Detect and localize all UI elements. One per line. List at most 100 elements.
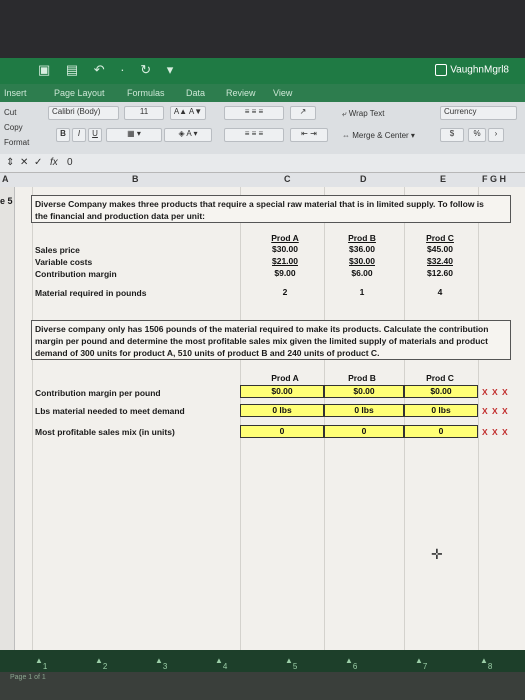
variable-costs-b[interactable]: $30.00	[339, 256, 385, 266]
sales-price-a[interactable]: $30.00	[262, 244, 308, 254]
cut-button[interactable]: Cut	[4, 108, 16, 117]
format-painter-button[interactable]: Format	[4, 138, 29, 147]
lbs-needed-a[interactable]: 0 lbs	[240, 404, 324, 417]
question-paragraph: Diverse company only has 1506 pounds of …	[35, 323, 507, 359]
formula-input[interactable]: 0	[67, 157, 73, 168]
user-account[interactable]: VaughnMgrl8	[435, 64, 509, 76]
cm-per-pound-label: Contribution margin per pound	[35, 388, 161, 398]
contribution-margin-b[interactable]: $6.00	[339, 268, 385, 278]
answer-prod-a-header: Prod A	[271, 373, 299, 383]
column-headers: A B C D E F G H	[0, 173, 525, 188]
contribution-margin-a[interactable]: $9.00	[262, 268, 308, 278]
sheet-tab-6[interactable]: ▲ 6	[345, 656, 357, 671]
row-header-5[interactable]: e 5	[0, 196, 13, 206]
answer-prod-c-header: Prod C	[426, 373, 454, 383]
prod-c-header: Prod C	[426, 233, 454, 243]
intro-paragraph: Diverse Company makes three products tha…	[35, 198, 507, 222]
variable-costs-label: Variable costs	[35, 257, 93, 267]
sheet-tab-4[interactable]: ▲ 4	[215, 656, 227, 671]
font-name-select[interactable]: Calibri (Body)	[48, 106, 119, 120]
column-header-d[interactable]: D	[360, 174, 367, 184]
answer-prod-b-header: Prod B	[348, 373, 376, 383]
bold-button[interactable]: B	[56, 128, 70, 142]
variable-costs-a[interactable]: $21.00	[262, 256, 308, 266]
question-line-2: margin per pound and determine the most …	[35, 336, 488, 346]
sales-price-b[interactable]: $36.00	[339, 244, 385, 254]
confirm-icon[interactable]: ✓	[34, 157, 42, 168]
material-required-c[interactable]: 4	[417, 287, 463, 297]
lbs-needed-label: Lbs material needed to meet demand	[35, 406, 185, 416]
borders-button[interactable]: ▦ ▾	[106, 128, 162, 142]
contribution-margin-c[interactable]: $12.60	[417, 268, 463, 278]
cm-per-pound-a[interactable]: $0.00	[240, 385, 324, 398]
question-text-box: Diverse company only has 1506 pounds of …	[31, 320, 511, 360]
font-size-select[interactable]: 11	[124, 106, 164, 120]
formula-bar: ⇕ ✕ ✓ fx 0	[0, 154, 525, 173]
gridline	[32, 187, 33, 650]
quick-access-toolbar[interactable]: ▣ ▤ ↶ · ↻ ▾	[38, 62, 179, 78]
name-box-stepper[interactable]: ⇕	[6, 157, 14, 168]
sales-mix-label: Most profitable sales mix (in units)	[35, 427, 175, 437]
sheet-tab-1[interactable]: ▲ 1	[35, 656, 47, 671]
title-bar: ▣ ▤ ↶ · ↻ ▾ VaughnMgrl8	[0, 58, 525, 84]
sheet-tab-5[interactable]: ▲ 5	[285, 656, 297, 671]
underline-button[interactable]: U	[88, 128, 102, 142]
sheet-tab-7[interactable]: ▲ 7	[415, 656, 427, 671]
tab-insert[interactable]: Insert	[4, 88, 27, 98]
sales-mix-error-flag: X X X	[482, 427, 509, 437]
ribbon-toolbar: Cut Copy Format Calibri (Body) 11 A▲ A▼ …	[0, 102, 525, 154]
column-header-fgh[interactable]: F G H	[482, 174, 506, 184]
sales-price-c[interactable]: $45.00	[417, 244, 463, 254]
column-header-a[interactable]: A	[2, 174, 9, 184]
cm-per-pound-b[interactable]: $0.00	[324, 385, 404, 398]
intro-line-2: the financial and production data per un…	[35, 211, 206, 221]
cancel-icon[interactable]: ✕	[20, 157, 28, 168]
sheet-tab-3[interactable]: ▲ 3	[155, 656, 167, 671]
align-horizontal-buttons[interactable]: ≡ ≡ ≡	[224, 128, 284, 142]
percent-button[interactable]: %	[468, 128, 486, 142]
fill-color-button[interactable]: ◈ A ▾	[164, 128, 212, 142]
cm-per-pound-c[interactable]: $0.00	[404, 385, 478, 398]
ribbon-tabs: Insert Page Layout Formulas Data Review …	[0, 84, 525, 102]
column-header-c[interactable]: C	[284, 174, 291, 184]
column-header-b[interactable]: B	[132, 174, 139, 184]
tab-formulas[interactable]: Formulas	[127, 88, 165, 98]
lbs-needed-c[interactable]: 0 lbs	[404, 404, 478, 417]
align-top-buttons[interactable]: ≡ ≡ ≡	[224, 106, 284, 120]
tab-review[interactable]: Review	[226, 88, 256, 98]
indent-buttons[interactable]: ⇤ ⇥	[290, 128, 328, 142]
number-format-select[interactable]: Currency	[440, 106, 517, 120]
copy-button[interactable]: Copy	[4, 123, 23, 132]
sheet-tab-5-label: 5	[292, 662, 298, 671]
fx-icon[interactable]: fx	[50, 157, 58, 168]
sales-mix-c[interactable]: 0	[404, 425, 478, 438]
sheet-tab-8-label: 8	[487, 662, 493, 671]
prod-b-header: Prod B	[348, 233, 376, 243]
sales-mix-a[interactable]: 0	[240, 425, 324, 438]
merge-center-button[interactable]: ⇔ Merge & Center ▾	[342, 131, 415, 140]
excel-window: ▣ ▤ ↶ · ↻ ▾ VaughnMgrl8 Insert Page Layo…	[0, 0, 525, 700]
material-required-a[interactable]: 2	[262, 287, 308, 297]
wrap-text-button[interactable]: ⤶ Wrap Text	[342, 109, 384, 119]
material-required-b[interactable]: 1	[339, 287, 385, 297]
comma-button[interactable]: ›	[488, 128, 504, 142]
lbs-needed-b[interactable]: 0 lbs	[324, 404, 404, 417]
variable-costs-c[interactable]: $32.40	[417, 256, 463, 266]
column-header-e[interactable]: E	[440, 174, 446, 184]
italic-button[interactable]: I	[72, 128, 86, 142]
question-line-1: Diverse company only has 1506 pounds of …	[35, 324, 489, 334]
sales-mix-b[interactable]: 0	[324, 425, 404, 438]
sheet-tab-8[interactable]: ▲ 8	[480, 656, 492, 671]
sheet-tab-2[interactable]: ▲ 2	[95, 656, 107, 671]
row-headers: e 5	[0, 187, 15, 650]
cell-cursor-icon: ✛	[431, 546, 443, 562]
tab-page-layout[interactable]: Page Layout	[54, 88, 105, 98]
question-line-3: demand of 300 units for product A, 510 u…	[35, 348, 380, 358]
orientation-button[interactable]: ↗	[290, 106, 316, 120]
sales-price-label: Sales price	[35, 245, 80, 255]
tab-data[interactable]: Data	[186, 88, 205, 98]
tab-view[interactable]: View	[273, 88, 292, 98]
currency-button[interactable]: $	[440, 128, 464, 142]
worksheet[interactable]: e 5 Diverse Company makes three products…	[0, 187, 525, 650]
font-grow-shrink-buttons[interactable]: A▲ A▼	[170, 106, 206, 120]
